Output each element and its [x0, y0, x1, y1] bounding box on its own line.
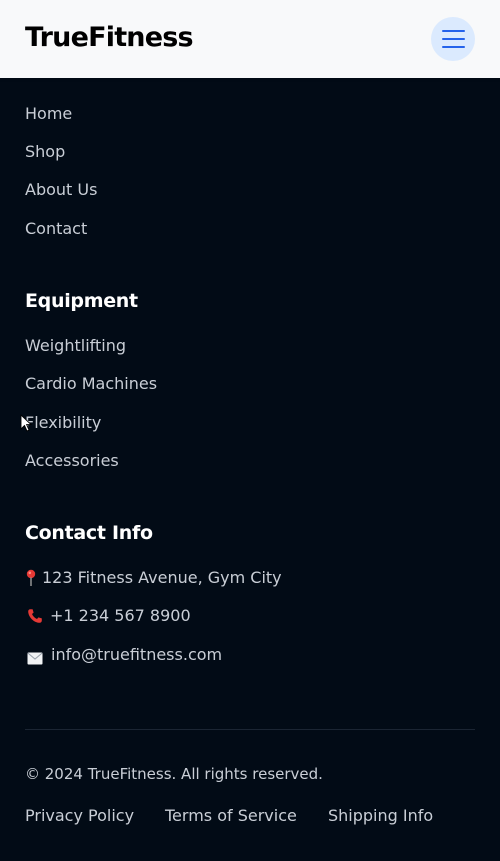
footer-link-flexibility[interactable]: Flexibility — [25, 412, 101, 434]
contact-address: 123 Fitness Avenue, Gym City — [25, 567, 282, 589]
footer-link-accessories[interactable]: Accessories — [25, 450, 119, 472]
brand-logo[interactable]: TrueFitness — [25, 20, 194, 56]
footer-link-shop[interactable]: Shop — [25, 141, 65, 163]
hamburger-menu-icon — [442, 30, 465, 32]
footer-link-about-us[interactable]: About Us — [25, 179, 97, 201]
shipping-info-link[interactable]: Shipping Info — [328, 805, 433, 827]
equipment-heading: Equipment — [25, 290, 138, 312]
mouse-cursor-icon — [20, 414, 32, 432]
footer-link-cardio-machines[interactable]: Cardio Machines — [25, 373, 157, 395]
hamburger-line — [442, 38, 465, 40]
location-pin-icon — [25, 569, 37, 587]
footer-divider — [25, 729, 475, 730]
telephone-icon — [27, 608, 43, 624]
copyright-text: © 2024 TrueFitness. All rights reserved. — [25, 765, 323, 783]
footer-link-home[interactable]: Home — [25, 103, 72, 125]
envelope-icon — [27, 649, 43, 664]
menu-toggle-button[interactable] — [431, 17, 475, 61]
site-header: TrueFitness — [0, 0, 500, 78]
contact-email[interactable]: info@truefitness.com — [25, 644, 222, 666]
contact-address-text: 123 Fitness Avenue, Gym City — [42, 568, 282, 587]
privacy-policy-link[interactable]: Privacy Policy — [25, 805, 134, 827]
footer-link-contact[interactable]: Contact — [25, 218, 87, 240]
contact-info-heading: Contact Info — [25, 522, 153, 544]
footer-link-weightlifting[interactable]: Weightlifting — [25, 335, 126, 357]
hamburger-line — [442, 46, 465, 48]
contact-phone-text: +1 234 567 8900 — [50, 606, 191, 625]
terms-of-service-link[interactable]: Terms of Service — [165, 805, 297, 827]
contact-email-text: info@truefitness.com — [51, 645, 223, 664]
contact-phone[interactable]: +1 234 567 8900 — [25, 605, 191, 627]
